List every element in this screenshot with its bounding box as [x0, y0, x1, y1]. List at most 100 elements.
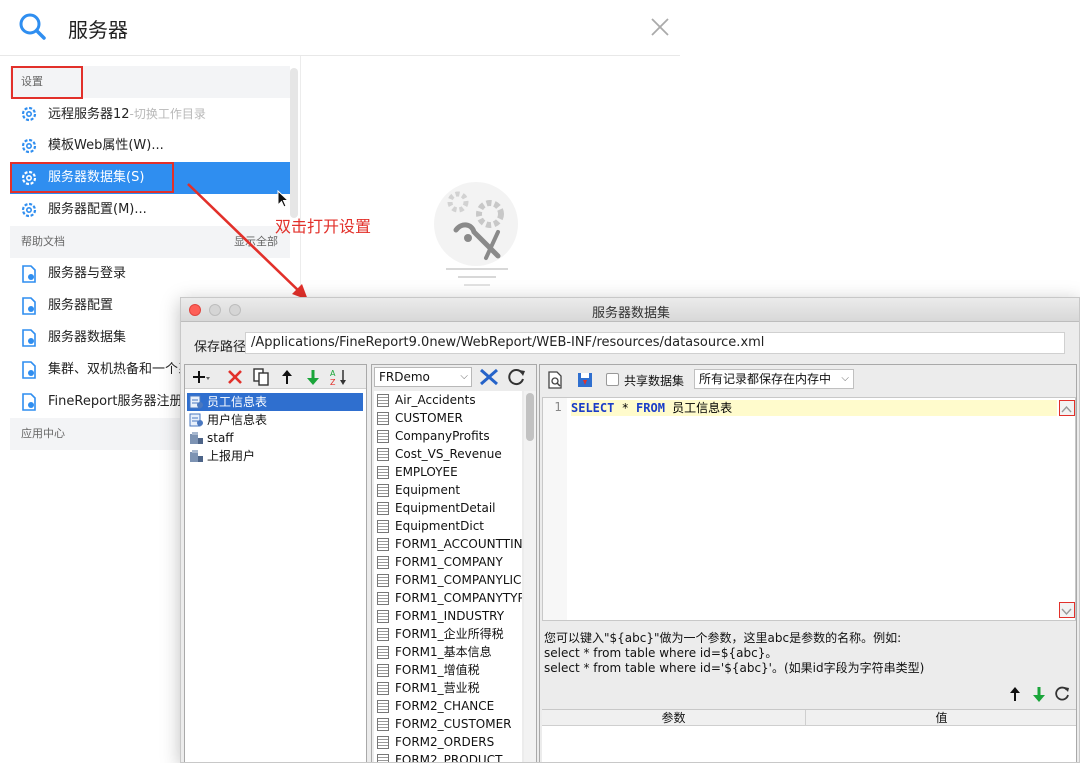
- svg-text:A: A: [330, 369, 336, 378]
- memory-mode-value: 所有记录都保存在内存中: [699, 372, 832, 386]
- table-item[interactable]: EquipmentDict: [374, 517, 522, 535]
- table-item[interactable]: FORM1_ACCOUNTTING: [374, 535, 522, 553]
- table-name: FORM2_CHANCE: [395, 699, 495, 713]
- delete-icon[interactable]: [225, 367, 245, 387]
- datasource-select[interactable]: FRDemo ⌵: [374, 367, 472, 387]
- result-item-remote-server[interactable]: 远程服务器12-切换工作目录: [10, 98, 290, 130]
- section-header-label: 设置: [21, 75, 43, 88]
- column-header-param: 参数: [542, 710, 806, 726]
- table-name: FORM1_增值税: [395, 663, 480, 677]
- sql-keyword: FROM: [636, 401, 665, 415]
- table-name: FORM1_营业税: [395, 681, 480, 695]
- result-item-server-config[interactable]: 服务器配置(M)...: [10, 194, 290, 226]
- share-dataset-label: 共享数据集: [624, 374, 685, 388]
- table-item[interactable]: FORM1_增值税: [374, 661, 522, 679]
- gear-icon: [21, 106, 37, 122]
- move-up-icon[interactable]: [1006, 685, 1024, 703]
- share-dataset-checkbox[interactable]: [606, 373, 619, 386]
- section-header-label: 应用中心: [21, 427, 65, 440]
- sql-editor[interactable]: 1 SELECT * FROM 员工信息表: [542, 397, 1076, 621]
- scrollbar-thumb[interactable]: [526, 393, 534, 441]
- result-item-help[interactable]: 服务器与登录: [10, 258, 290, 290]
- table-name: FORM1_基本信息: [395, 645, 492, 659]
- table-list: Air_Accidents CUSTOMER CompanyProfits Co…: [374, 391, 522, 763]
- table-icon: [377, 628, 389, 641]
- dataset-item[interactable]: 用户信息表: [187, 411, 363, 429]
- svg-text:Z: Z: [330, 378, 336, 387]
- preview-icon[interactable]: [546, 371, 564, 389]
- sort-az-icon[interactable]: A Z: [329, 367, 349, 387]
- connection-tools-icon[interactable]: [478, 367, 500, 387]
- result-item-template-web[interactable]: 模板Web属性(W)...: [10, 130, 290, 162]
- table-name: EMPLOYEE: [395, 465, 458, 479]
- table-name: EquipmentDict: [395, 519, 485, 533]
- dialog-titlebar[interactable]: 服务器数据集: [181, 298, 1079, 322]
- table-item[interactable]: CompanyProfits: [374, 427, 522, 445]
- results-scrollbar[interactable]: [290, 68, 298, 218]
- search-input[interactable]: 服务器: [68, 14, 128, 43]
- db-table-icon: [189, 413, 203, 427]
- parameter-table-header: 参数 值: [542, 710, 1076, 726]
- table-item[interactable]: Equipment: [374, 481, 522, 499]
- table-name: EquipmentDetail: [395, 501, 496, 515]
- save-path-label: 保存路径:: [194, 340, 251, 355]
- result-item-label: 集群、双机热备和一个系: [48, 362, 192, 377]
- dataset-item[interactable]: staff: [187, 429, 363, 447]
- table-icon: [377, 664, 389, 677]
- move-down-icon[interactable]: [303, 367, 323, 387]
- table-item[interactable]: Cost_VS_Revenue: [374, 445, 522, 463]
- close-icon[interactable]: [648, 15, 672, 39]
- table-item[interactable]: FORM1_营业税: [374, 679, 522, 697]
- scroll-down-button[interactable]: [1059, 602, 1075, 618]
- table-name: FORM2_PRODUCT: [395, 753, 503, 763]
- table-item[interactable]: FORM1_COMPANYLICE: [374, 571, 522, 589]
- table-item[interactable]: FORM1_COMPANYTYP: [374, 589, 522, 607]
- parameter-toolbar: [1002, 685, 1074, 705]
- copy-icon[interactable]: [251, 367, 271, 387]
- memory-mode-select[interactable]: 所有记录都保存在内存中 ⌵: [694, 369, 854, 389]
- table-item[interactable]: EquipmentDetail: [374, 499, 522, 517]
- table-item[interactable]: FORM2_PRODUCT: [374, 751, 522, 763]
- refresh-icon[interactable]: [1054, 685, 1072, 703]
- table-item[interactable]: FORM2_CUSTOMER: [374, 715, 522, 733]
- table-item[interactable]: Air_Accidents: [374, 391, 522, 409]
- result-item-server-dataset[interactable]: 服务器数据集(S): [10, 162, 290, 194]
- doc-eye-icon: [22, 329, 36, 347]
- scroll-up-button[interactable]: [1059, 400, 1075, 416]
- search-icon: [19, 13, 46, 40]
- table-name: FORM1_企业所得税: [395, 627, 504, 641]
- table-icon: [377, 610, 389, 623]
- dataset-toolbar: A Z: [185, 365, 366, 389]
- table-item[interactable]: FORM1_COMPANY: [374, 553, 522, 571]
- save-query-icon[interactable]: [576, 371, 594, 389]
- refresh-icon[interactable]: [506, 367, 528, 387]
- table-list-panel: FRDemo ⌵ Air_Accidents CUSTOMER CompanyP…: [371, 364, 537, 763]
- move-down-icon[interactable]: [1030, 685, 1048, 703]
- table-item[interactable]: FORM2_ORDERS: [374, 733, 522, 751]
- table-item[interactable]: FORM1_企业所得税: [374, 625, 522, 643]
- move-up-icon[interactable]: [277, 367, 297, 387]
- gear-icon: [21, 138, 37, 154]
- table-name: Air_Accidents: [395, 393, 476, 407]
- table-name: FORM2_CUSTOMER: [395, 717, 512, 731]
- annotation-label: 双击打开设置: [275, 217, 372, 236]
- table-list-scrollbar[interactable]: [524, 391, 536, 762]
- table-name: FORM1_INDUSTRY: [395, 609, 505, 623]
- table-item[interactable]: FORM2_CHANCE: [374, 697, 522, 715]
- table-name: FORM1_COMPANYLICE: [395, 573, 522, 587]
- section-header-help: 帮助文档 显示全部: [10, 226, 290, 258]
- show-all-link[interactable]: 显示全部: [234, 226, 278, 258]
- add-dropdown-icon[interactable]: [191, 367, 211, 387]
- table-item[interactable]: FORM1_基本信息: [374, 643, 522, 661]
- save-path-field[interactable]: /Applications/FineReport9.0new/WebReport…: [245, 332, 1065, 354]
- result-item-label: 服务器与登录: [48, 266, 127, 281]
- table-icon: [377, 592, 389, 605]
- table-item[interactable]: FORM1_INDUSTRY: [374, 607, 522, 625]
- sql-code-line[interactable]: SELECT * FROM 员工信息表: [571, 400, 1057, 416]
- sql-table-name: 员工信息表: [664, 401, 733, 415]
- dataset-item[interactable]: 上报用户: [187, 447, 363, 465]
- table-item[interactable]: EMPLOYEE: [374, 463, 522, 481]
- chevron-up-icon: [1061, 405, 1072, 413]
- table-item[interactable]: CUSTOMER: [374, 409, 522, 427]
- dataset-item[interactable]: 员工信息表: [187, 393, 363, 411]
